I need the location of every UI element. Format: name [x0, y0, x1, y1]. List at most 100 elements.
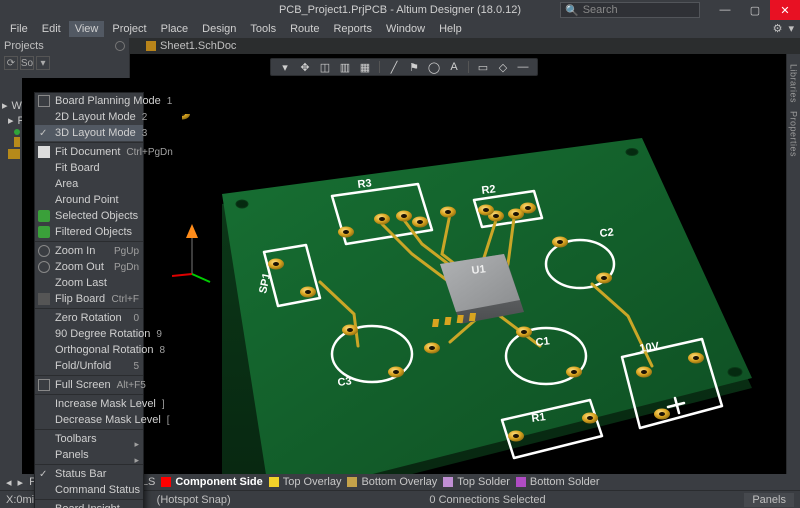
menu-item-zoom-last[interactable]: Zoom Last	[35, 275, 143, 291]
app-root: PCB_Project1.PrjPCB - Altium Designer (1…	[0, 0, 800, 508]
label-r3: R3	[357, 177, 372, 191]
menu-item-filtered-objects[interactable]: Filtered Objects	[35, 224, 143, 240]
menu-item-selected-objects[interactable]: Selected Objects	[35, 208, 143, 224]
menu-item-board-planning-mode[interactable]: Board Planning Mode1	[35, 93, 143, 109]
menu-item-fold-unfold[interactable]: Fold/Unfold5	[35, 358, 143, 374]
menu-project[interactable]: Project	[106, 21, 152, 37]
menu-window[interactable]: Window	[380, 21, 431, 37]
menu-place[interactable]: Place	[155, 21, 195, 37]
align-icon[interactable]: ▥	[337, 60, 353, 74]
layer-component-side[interactable]: Component Side	[161, 476, 262, 488]
nav-left-icon[interactable]: ◂	[6, 476, 12, 489]
layer-top-overlay[interactable]: Top Overlay	[269, 476, 342, 488]
circle-icon[interactable]: ◯	[426, 60, 442, 74]
menu-item-decrease-mask-level[interactable]: Decrease Mask Level[	[35, 412, 143, 428]
status-dot-icon	[14, 129, 20, 135]
status-connections: 0 Connections Selected	[429, 494, 545, 506]
menu-file[interactable]: File	[4, 21, 34, 37]
menu-item-zoom-in[interactable]: Zoom InPgUp	[35, 243, 143, 259]
menu-item-command-status[interactable]: Command Status	[35, 482, 143, 498]
menu-tools[interactable]: Tools	[244, 21, 282, 37]
menu-item-board-insight[interactable]: Board Insight	[35, 501, 143, 508]
selection-icon[interactable]: ◫	[317, 60, 333, 74]
menu-item-flip-board[interactable]: Flip BoardCtrl+F	[35, 291, 143, 307]
tree-gutter: ▸Wor… ▸P…	[0, 54, 22, 474]
menu-item-toolbars[interactable]: Toolbars	[35, 431, 143, 447]
right-dock: Libraries Properties	[786, 54, 800, 474]
maximize-button[interactable]: ▢	[740, 0, 770, 20]
menu-edit[interactable]: Edit	[36, 21, 67, 37]
layer-top-solder[interactable]: Top Solder	[443, 476, 510, 488]
menu-item-area[interactable]: Area	[35, 176, 143, 192]
pcb-board: R3 R2 C2 SP1 U1 C3 C1 R1 10V	[182, 114, 782, 474]
tab-sheet1[interactable]: Sheet1.SchDoc	[140, 40, 242, 52]
flag-icon[interactable]: ⚑	[406, 60, 422, 74]
document-icon	[146, 41, 156, 51]
projects-title: Projects	[4, 40, 44, 52]
minimize-button[interactable]: —	[710, 0, 740, 20]
panel-refresh-button[interactable]: ⟳	[4, 56, 18, 70]
menu-help[interactable]: Help	[433, 21, 468, 37]
menu-reports[interactable]: Reports	[327, 21, 378, 37]
label-c3: C3	[337, 375, 352, 389]
layer-bottom-overlay[interactable]: Bottom Overlay	[347, 476, 437, 488]
grid-icon[interactable]: ▦	[357, 60, 373, 74]
text-icon[interactable]: A	[446, 60, 462, 74]
gear-icon[interactable]: ⚙	[773, 22, 783, 35]
tool-1-icon[interactable]: ▭	[475, 60, 491, 74]
dropdown-icon[interactable]: ▾	[788, 22, 794, 35]
menu-item-increase-mask-level[interactable]: Increase Mask Level]	[35, 396, 143, 412]
tab-label: Sheet1.SchDoc	[160, 40, 236, 52]
layer-bottom-solder[interactable]: Bottom Solder	[516, 476, 600, 488]
menu-item-fit-document[interactable]: Fit DocumentCtrl+PgDn	[35, 144, 143, 160]
global-search[interactable]: 🔍 Search	[560, 2, 700, 18]
menu-item-panels[interactable]: Panels	[35, 447, 143, 463]
panel-menu-button[interactable]: ▾	[36, 56, 50, 70]
label-u1: U1	[471, 263, 486, 277]
tool-2-icon[interactable]: ◇	[495, 60, 511, 74]
menu-item-around-point[interactable]: Around Point	[35, 192, 143, 208]
menu-item-full-screen[interactable]: Full ScreenAlt+F5	[35, 377, 143, 393]
menu-item-orthogonal-rotation[interactable]: Orthogonal Rotation8	[35, 342, 143, 358]
panel-properties[interactable]: Properties	[789, 111, 799, 157]
projects-panel: Projects ⟳ So ▾	[0, 38, 130, 78]
panels-button[interactable]: Panels	[744, 493, 794, 507]
nav-right-icon[interactable]: ▸	[18, 476, 24, 489]
menu-item-90-degree-rotation[interactable]: 90 Degree Rotation9	[35, 326, 143, 342]
close-button[interactable]: ✕	[770, 0, 800, 20]
draw-line-icon[interactable]: ╱	[386, 60, 402, 74]
menu-item-status-bar[interactable]: ✓Status Bar	[35, 466, 143, 482]
window-title: PCB_Project1.PrjPCB - Altium Designer (1…	[279, 4, 521, 16]
menu-item-2d-layout-mode[interactable]: 2D Layout Mode2	[35, 109, 143, 125]
projects-header: Projects	[0, 38, 129, 54]
menu-item-zoom-out[interactable]: Zoom OutPgDn	[35, 259, 143, 275]
viewport-toolbar: ▾ ✥ ◫ ▥ ▦ ╱ ⚑ ◯ A ▭ ◇ —	[270, 58, 538, 76]
status-snap: (Hotspot Snap)	[157, 494, 231, 506]
tool-3-icon[interactable]: —	[515, 60, 531, 74]
titlebar-extras: ⚙ ▾	[773, 22, 794, 35]
search-placeholder: Search	[583, 4, 618, 16]
filter-icon[interactable]: ▾	[277, 60, 293, 74]
label-c1: C1	[535, 335, 550, 349]
body: Projects ⟳ So ▾ ▸Wor… ▸P… ▾ ✥ ◫	[0, 54, 800, 474]
menu-item-fit-board[interactable]: Fit Board	[35, 160, 143, 176]
move-icon[interactable]: ✥	[297, 60, 313, 74]
window-controls: — ▢ ✕	[710, 0, 800, 20]
pin-icon[interactable]	[115, 41, 125, 51]
titlebar: PCB_Project1.PrjPCB - Altium Designer (1…	[0, 0, 800, 20]
document-icon	[14, 137, 20, 147]
view-menu-dropdown: Board Planning Mode12D Layout Mode2✓3D L…	[34, 92, 144, 508]
folder-icon	[8, 149, 20, 159]
project-tree[interactable]: ▸Wor… ▸P…	[0, 96, 22, 162]
label-r1: R1	[531, 411, 547, 425]
panel-search-button[interactable]: So	[20, 56, 34, 70]
menu-item-zero-rotation[interactable]: Zero Rotation0	[35, 310, 143, 326]
menu-item-3d-layout-mode[interactable]: ✓3D Layout Mode3	[35, 125, 143, 141]
menu-route[interactable]: Route	[284, 21, 325, 37]
label-r2: R2	[481, 183, 496, 197]
search-icon: 🔍	[565, 4, 579, 17]
menu-design[interactable]: Design	[196, 21, 242, 37]
menu-view[interactable]: View	[69, 21, 105, 37]
menubar: File Edit View Project Place Design Tool…	[0, 20, 800, 38]
panel-libraries[interactable]: Libraries	[789, 64, 799, 103]
